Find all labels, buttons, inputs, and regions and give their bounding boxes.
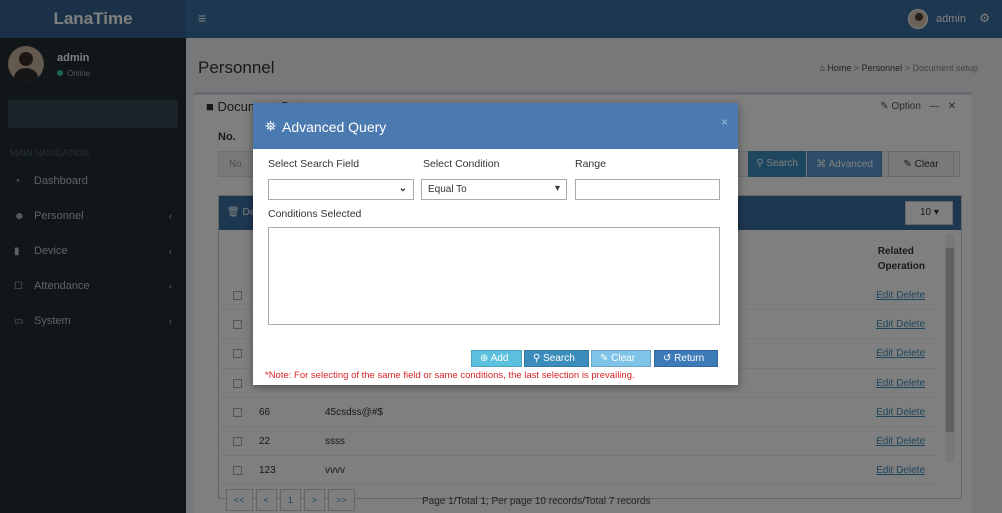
range-input[interactable] (575, 179, 720, 200)
condition-label: Select Condition (423, 158, 500, 170)
modal-header: ⛯ Advanced Query × (253, 103, 738, 149)
search-icon: ⚲ (533, 353, 541, 364)
conditions-selected-textarea[interactable] (268, 227, 720, 325)
caret-down-icon: ▾ (554, 183, 560, 194)
modal-title: Advanced Query (282, 119, 387, 135)
plus-circle-icon: ⊕ (480, 353, 489, 364)
eraser-icon: ✎ (600, 353, 609, 364)
return-button[interactable]: ↺ Return (654, 350, 718, 367)
binoculars-icon: ⛯ (265, 118, 277, 134)
note-text: *Note: For selecting of the same field o… (265, 370, 635, 381)
modal-clear-button[interactable]: ✎ Clear (591, 350, 651, 367)
search-field-select[interactable]: ⌄ (268, 179, 414, 200)
range-label: Range (575, 158, 606, 170)
chevron-down-icon: ⌄ (398, 183, 407, 194)
add-button[interactable]: ⊕ Add (471, 350, 522, 367)
conditions-selected-label: Conditions Selected (268, 208, 362, 220)
undo-icon: ↺ (663, 353, 672, 364)
advanced-query-modal: ⛯ Advanced Query × Select Search Field S… (253, 103, 738, 385)
modal-search-button[interactable]: ⚲ Search (524, 350, 589, 367)
modal-close-icon[interactable]: × (721, 115, 728, 129)
condition-select[interactable]: Equal To ▾ (421, 179, 567, 200)
search-field-label: Select Search Field (268, 158, 360, 170)
